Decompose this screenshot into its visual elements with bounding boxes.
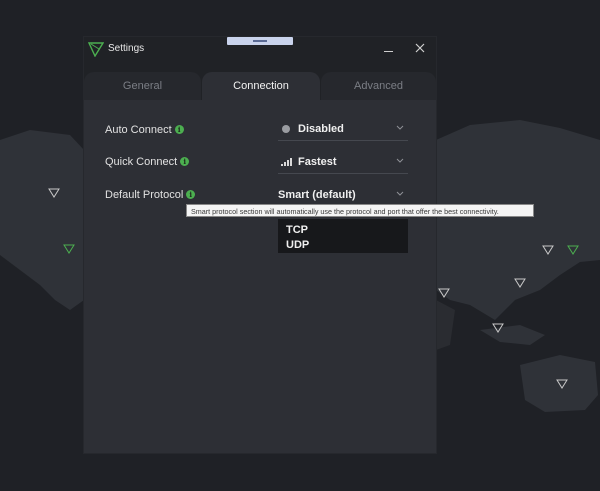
info-icon[interactable]: i (186, 190, 196, 199)
close-icon[interactable] (414, 42, 426, 54)
server-marker-triangle-icon[interactable] (567, 245, 579, 255)
window-title: Settings (108, 43, 145, 54)
window-drag-handle[interactable] (227, 37, 293, 45)
protocol-option-udp[interactable]: UDP (286, 239, 309, 251)
auto-connect-label: Auto Connect i (105, 124, 184, 136)
grip-icon (253, 40, 267, 42)
auto-connect-value: Disabled (298, 123, 344, 135)
default-protocol-value: Smart (default) (278, 189, 356, 201)
server-marker-triangle-icon[interactable] (514, 278, 526, 288)
server-marker-triangle-icon[interactable] (556, 379, 568, 389)
quick-connect-label-text: Quick Connect (105, 156, 178, 168)
smart-protocol-tooltip: Smart protocol section will automaticall… (186, 204, 534, 217)
server-marker-triangle-icon[interactable] (438, 288, 450, 298)
info-icon[interactable]: i (180, 157, 190, 166)
signal-bars-icon (281, 158, 292, 166)
status-dot-icon (282, 125, 290, 133)
auto-connect-select[interactable]: Disabled (278, 118, 408, 141)
server-marker-triangle-icon[interactable] (48, 188, 60, 198)
settings-tabs: General Connection Advanced (84, 72, 436, 100)
chevron-down-icon (396, 158, 404, 163)
default-protocol-label: Default Protocol i (105, 189, 196, 201)
chevron-down-icon (396, 125, 404, 130)
chevron-down-icon (396, 191, 404, 196)
default-protocol-label-text: Default Protocol (105, 189, 184, 201)
settings-window: Settings General Connection Advanced Aut… (84, 37, 436, 453)
minimize-icon (384, 51, 393, 52)
protocol-option-tcp[interactable]: TCP (286, 224, 308, 236)
default-protocol-select[interactable]: Smart (default) (278, 184, 408, 206)
quick-connect-value: Fastest (298, 156, 337, 168)
protonvpn-logo-icon (88, 42, 104, 57)
server-marker-triangle-icon[interactable] (542, 245, 554, 255)
info-icon[interactable]: i (174, 125, 184, 134)
tab-general[interactable]: General (84, 72, 201, 100)
auto-connect-label-text: Auto Connect (105, 124, 172, 136)
protocol-dropdown-list: TCP UDP (278, 219, 408, 253)
minimize-button[interactable] (382, 37, 396, 57)
quick-connect-label: Quick Connect i (105, 156, 190, 168)
server-marker-triangle-icon[interactable] (492, 323, 504, 333)
tab-advanced[interactable]: Advanced (321, 72, 436, 100)
tab-connection[interactable]: Connection (202, 72, 320, 100)
server-marker-triangle-icon[interactable] (63, 244, 75, 254)
quick-connect-select[interactable]: Fastest (278, 151, 408, 174)
